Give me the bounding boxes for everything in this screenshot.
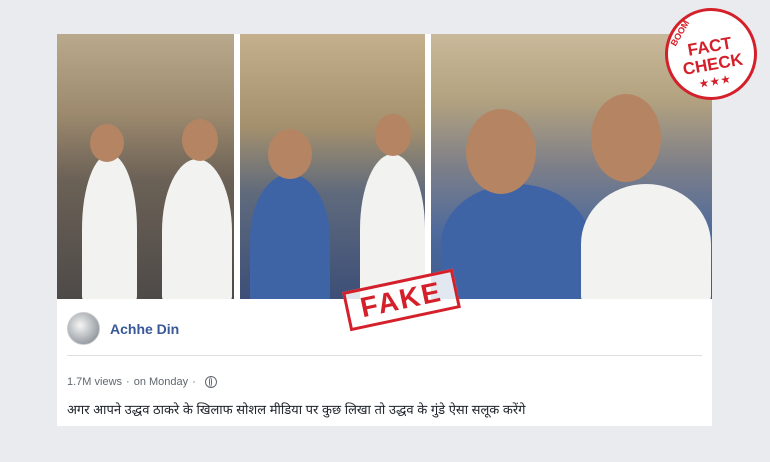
divider [67,355,702,356]
person-figure [82,154,137,299]
person-head [268,129,312,179]
person-head [375,114,411,156]
person-head [182,119,218,161]
post-time[interactable]: on Monday [134,376,188,388]
person-figure [441,184,591,299]
view-count: 1.7M views [67,376,123,388]
person-head [591,94,661,182]
person-figure [162,159,232,299]
post-caption: अगर आपने उद्धव ठाकरे के खिलाफ सोशल मीडिय… [67,402,526,417]
fact-check-badge: BOOM FACT CHECK ★★★ [657,0,765,108]
facebook-post-card: Achhe Din 1.7M views · on Monday · अगर आ… [57,34,712,426]
video-frame-1[interactable] [57,34,234,299]
video-frame-2[interactable] [240,34,425,299]
meta-separator: · [192,376,196,388]
person-head [90,124,124,162]
meta-separator: · [126,376,130,388]
person-figure [581,184,711,299]
person-head [466,109,536,194]
globe-icon [204,376,217,388]
post-meta: 1.7M views · on Monday · [67,376,217,388]
avatar[interactable] [67,312,100,345]
person-figure [250,174,330,299]
author-name[interactable]: Achhe Din [110,321,179,337]
post-header: Achhe Din [67,312,179,345]
